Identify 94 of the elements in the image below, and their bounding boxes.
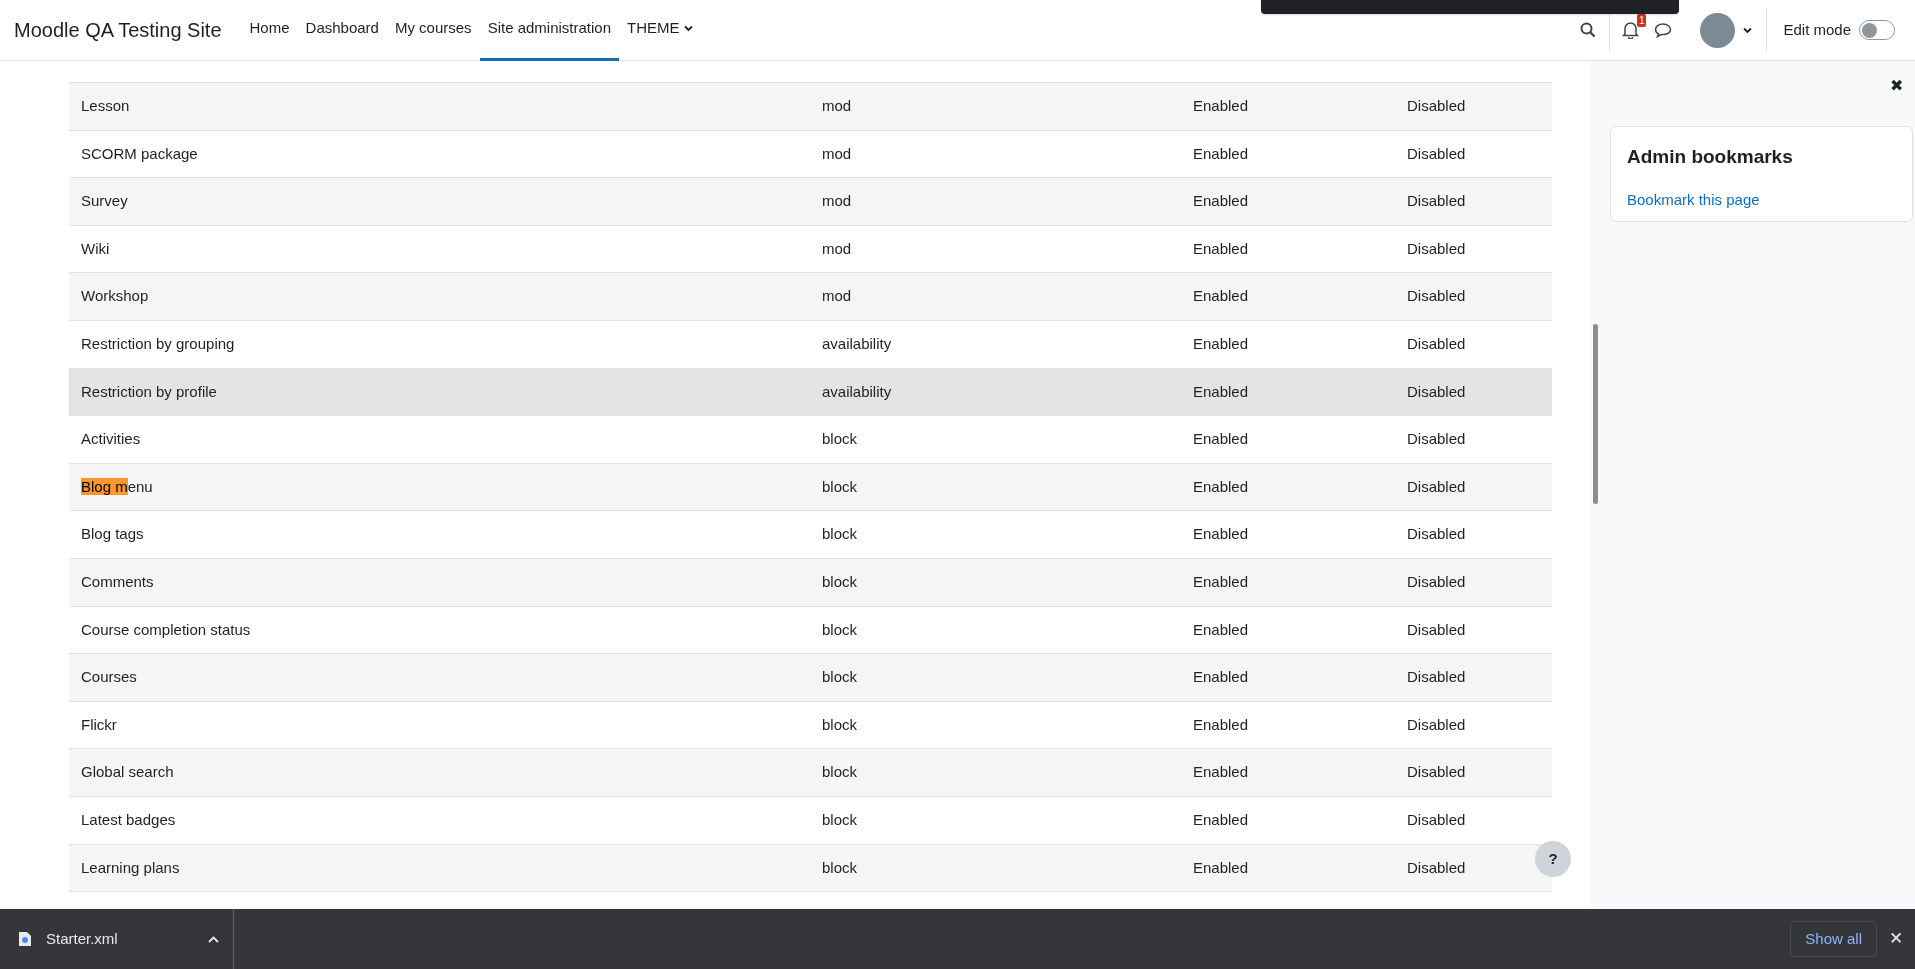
table-cell-text: block <box>822 667 859 688</box>
table-cell-text: Disabled <box>1407 714 1467 735</box>
table-cell-text: Enabled <box>1193 96 1250 117</box>
table-cell-text: Learning plans <box>80 857 181 878</box>
file-name: Starter.xml <box>46 928 119 949</box>
table-cell-text: Enabled <box>1193 762 1250 783</box>
table-cell-text: Activities <box>80 429 142 450</box>
table-cell-text: mod <box>822 238 853 259</box>
bell-icon <box>1621 21 1639 39</box>
download-item[interactable]: Starter.xml <box>0 909 234 969</box>
table-cell-text: Workshop <box>80 286 150 307</box>
table-cell-text: Flickr <box>80 714 118 735</box>
table-cell-text: block <box>822 572 859 592</box>
table-cell-text: Disabled <box>1407 857 1467 878</box>
show-all-button[interactable]: Show all <box>1790 921 1877 957</box>
close-drawer-button[interactable]: ✖ <box>1890 78 1903 94</box>
speech-bubble-icon <box>1654 22 1673 38</box>
table-cell-text: mod <box>822 96 853 117</box>
nav-tab[interactable]: Site administration <box>479 0 620 61</box>
card-title: Admin bookmarks <box>1627 145 1794 169</box>
help-button[interactable]: ? <box>1535 841 1571 877</box>
edit-mode-toggle[interactable] <box>1859 20 1895 40</box>
table-cell-text: block <box>822 857 859 878</box>
notification-count-badge: 1 <box>1636 14 1647 27</box>
table-cell-text: Disabled <box>1407 524 1467 545</box>
table-cell-text: Disabled <box>1407 619 1467 640</box>
table-cell-text: Courses <box>80 667 138 688</box>
edit-mode-label: Edit mode <box>1783 19 1851 40</box>
table-cell-text: availability <box>822 381 893 402</box>
table-cell-text: availability <box>822 334 893 354</box>
table-cell-text: block <box>822 476 859 497</box>
table-cell-text: Comments <box>80 572 155 592</box>
table-cell-text: block <box>822 762 859 783</box>
table-cell-text: Enabled <box>1193 476 1250 497</box>
bookmark-link[interactable]: Bookmark this page <box>1627 190 1760 208</box>
table-cell-text: Disabled <box>1407 572 1467 592</box>
nav-tab[interactable]: Dashboard <box>297 0 387 61</box>
table-cell-text: Enabled <box>1193 143 1250 164</box>
table-cell-text: Enabled <box>1193 667 1250 688</box>
table-cell-text: Disabled <box>1407 429 1467 450</box>
table-cell-text: Enabled <box>1193 381 1250 402</box>
nav-tab[interactable]: THEME <box>619 0 701 61</box>
table-cell-text: Course completion status <box>80 619 252 640</box>
table-cell-text: Lesson <box>80 96 131 117</box>
table-cell-text: Enabled <box>1193 809 1250 830</box>
table-cell-text: Disabled <box>1407 667 1467 688</box>
user-menu-button[interactable] <box>1700 12 1753 48</box>
site-name-link[interactable]: Moodle QA Testing Site <box>14 15 222 45</box>
close-button[interactable]: ✕ <box>1889 926 1903 952</box>
table-cell-text: Enabled <box>1193 524 1250 545</box>
table-cell-text: Enabled <box>1193 238 1250 259</box>
table-cell-text: Global search <box>80 762 175 783</box>
table-cell-text: block <box>822 429 859 450</box>
file-icon <box>18 931 32 947</box>
table-cell-text: Disabled <box>1407 381 1467 402</box>
table-cell-text: Latest badges <box>80 809 177 830</box>
table-cell-text: block <box>822 619 859 640</box>
search-icon <box>1580 22 1597 38</box>
chevron-down-icon <box>1743 26 1753 34</box>
table-cell-text: Enabled <box>1193 286 1250 307</box>
chevron-up-icon <box>208 935 219 943</box>
table-cell-text: Enabled <box>1193 619 1250 640</box>
table-cell-text: Wiki <box>80 238 111 259</box>
table-cell-text: Enabled <box>1193 857 1250 878</box>
notifications-button[interactable]: 1 <box>1616 15 1645 45</box>
table-cell-text: Enabled <box>1193 714 1250 735</box>
table-cell-text: Disabled <box>1407 191 1467 212</box>
table-cell-text: Disabled <box>1407 96 1467 117</box>
table-cell-text: Disabled <box>1407 809 1467 830</box>
table-cell-text: Enabled <box>1193 191 1250 212</box>
table-cell-text: Enabled <box>1193 334 1250 354</box>
table-cell-text: Survey <box>80 191 129 212</box>
table-cell-text: Restriction by grouping <box>80 334 236 354</box>
table-cell-text: block <box>822 809 859 830</box>
table-cell-text: Disabled <box>1407 286 1467 307</box>
table-cell-text: mod <box>822 143 853 164</box>
nav-tab[interactable]: My courses <box>386 0 480 61</box>
table-cell-text: Restriction by profile <box>80 381 218 402</box>
table-cell-text: SCORM package <box>80 143 199 164</box>
table-cell-text: Blog tags <box>80 524 145 545</box>
table-cell-text: block <box>822 714 859 735</box>
table-cell-text: mod <box>822 286 853 307</box>
avatar-icon <box>1700 12 1736 48</box>
table-cell-text: Disabled <box>1407 334 1467 354</box>
table-cell-text: Disabled <box>1407 762 1467 783</box>
table-cell-text: Enabled <box>1193 429 1250 450</box>
table-cell-text: Enabled <box>1193 572 1250 592</box>
table-cell-text: Blog menu <box>80 476 154 497</box>
nav-tab[interactable]: Home <box>241 0 298 61</box>
table-cell-text: Disabled <box>1407 143 1467 164</box>
table-cell-text: mod <box>822 191 853 212</box>
table-cell-text: Disabled <box>1407 238 1467 259</box>
table-cell-text: Disabled <box>1407 476 1467 497</box>
table-cell-text: block <box>822 524 859 545</box>
